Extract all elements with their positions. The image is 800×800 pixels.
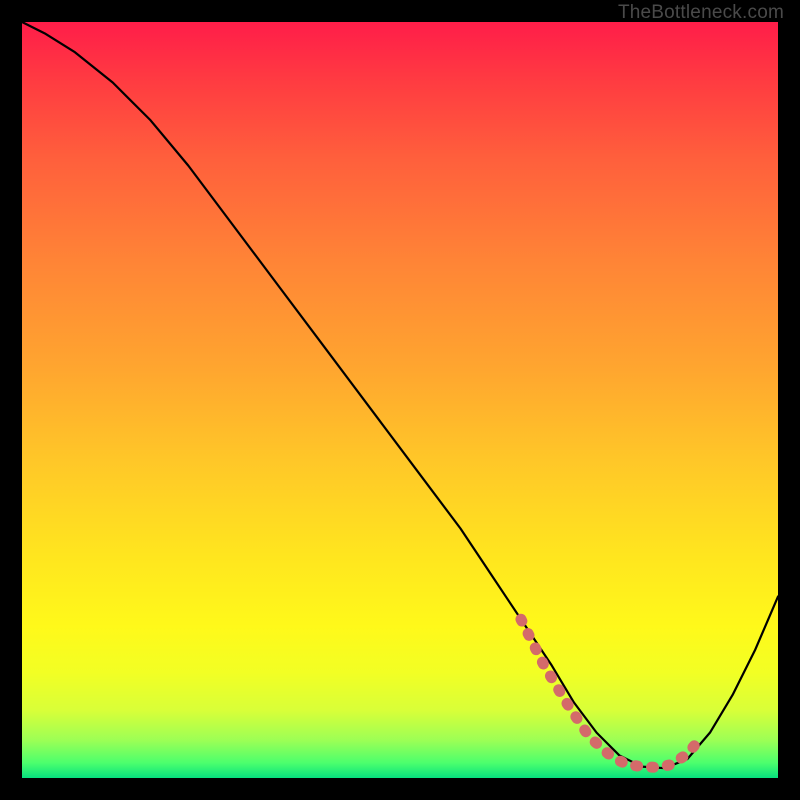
watermark-text: TheBottleneck.com	[618, 2, 784, 24]
highlight-path	[521, 619, 702, 767]
curve-path	[22, 22, 778, 768]
chart-container: TheBottleneck.com	[0, 0, 800, 800]
plot-area	[22, 22, 778, 778]
chart-svg	[22, 22, 778, 778]
